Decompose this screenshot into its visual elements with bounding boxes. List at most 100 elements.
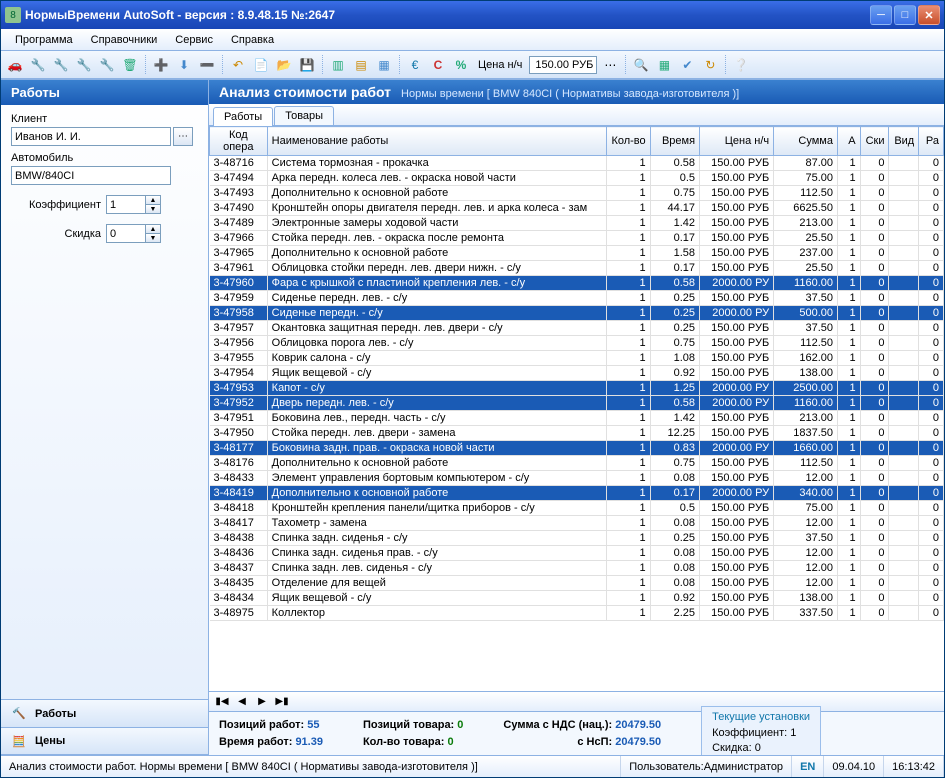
price-input[interactable] [529,56,597,74]
tool-new-icon[interactable]: 📄 [251,55,271,75]
tool-euro-icon[interactable]: € [405,55,425,75]
table-row[interactable]: 3-48176Дополнительно к основной работе10… [210,456,944,471]
nav-next-button[interactable]: ▶ [253,694,271,710]
pos-value: 55 [307,719,319,731]
nav-prices-label: Цены [35,735,65,747]
nav-last-button[interactable]: ▶▮ [273,694,291,710]
tool-c-icon[interactable]: С [428,55,448,75]
minimize-button[interactable]: ─ [870,5,892,25]
grid-header[interactable]: Цена н/ч [700,127,774,156]
table-row[interactable]: 3-47493Дополнительно к основной работе10… [210,186,944,201]
tool-save-icon[interactable]: 💾 [297,55,317,75]
table-row[interactable]: 3-48434Ящик вещевой - с/у10.92150.00 РУБ… [210,591,944,606]
table-row[interactable]: 3-47955Коврик салона - с/у11.08150.00 РУ… [210,351,944,366]
coef-up-button[interactable]: ▲ [145,196,160,205]
table-row[interactable]: 3-47954Ящик вещевой - с/у10.92150.00 РУБ… [210,366,944,381]
tool-search-icon[interactable]: 🔍 [631,55,651,75]
menu-directories[interactable]: Справочники [83,31,166,49]
table-row[interactable]: 3-47489Электронные замеры ходовой части1… [210,216,944,231]
grid-header[interactable]: Кол-во [607,127,650,156]
table-row[interactable]: 3-48435Отделение для вещей10.08150.00 РУ… [210,576,944,591]
tool-trash-icon[interactable]: 🗑 [120,55,140,75]
menu-program[interactable]: Программа [7,31,81,49]
auto-label: Автомобиль [11,152,198,164]
tool-wrench3-icon[interactable]: 🔧 [74,55,94,75]
coef-input[interactable] [107,196,145,213]
table-row[interactable]: 3-47966Стойка передн. лев. - окраска пос… [210,231,944,246]
table-row[interactable]: 3-48716Система тормозная - прокачка10.58… [210,156,944,171]
tool-help-icon[interactable]: ❔ [731,55,751,75]
tab-works[interactable]: Работы [213,107,273,126]
tool-undo-icon[interactable]: ↶ [228,55,248,75]
tool-wrench1-icon[interactable]: 🔧 [28,55,48,75]
sum-vat-value: 20479.50 [615,719,661,731]
record-navigator: ▮◀ ◀ ▶ ▶▮ [209,691,944,711]
grid-header[interactable]: Сумма [774,127,838,156]
tool-open-icon[interactable]: 📂 [274,55,294,75]
table-row[interactable]: 3-47958Сиденье передн. - с/у10.252000.00… [210,306,944,321]
table-row[interactable]: 3-48433Элемент управления бортовым компь… [210,471,944,486]
coef-spinner[interactable]: ▲▼ [106,195,161,214]
tool-check-icon[interactable]: ✔ [677,55,697,75]
auto-input[interactable] [11,166,171,185]
discount-input[interactable] [107,225,145,242]
maximize-button[interactable]: □ [894,5,916,25]
tool-more-icon[interactable]: ⋯ [600,55,620,75]
nav-prices[interactable]: 🧮 Цены [1,727,208,755]
discount-up-button[interactable]: ▲ [145,225,160,234]
tool-excel-icon[interactable]: ▦ [654,55,674,75]
nav-works[interactable]: 🔨 Работы [1,699,208,727]
table-row[interactable]: 3-47490Кронштейн опоры двигателя передн.… [210,201,944,216]
table-row[interactable]: 3-48436Спинка задн. сиденья прав. - с/у1… [210,546,944,561]
table-row[interactable]: 3-47960Фара с крышкой с пластиной крепле… [210,276,944,291]
table-row[interactable]: 3-47961Облицовка стойки передн. лев. две… [210,261,944,276]
grid-header[interactable]: Наименование работы [267,127,607,156]
tool-remove-icon[interactable]: ➖ [197,55,217,75]
tool-wrench4-icon[interactable]: 🔧 [97,55,117,75]
table-row[interactable]: 3-47957Окантовка защитная передн. лев. д… [210,321,944,336]
client-input[interactable] [11,127,171,146]
grid-header[interactable]: Код опера [210,127,268,156]
table-row[interactable]: 3-47950Стойка передн. лев. двери - замен… [210,426,944,441]
tool-book2-icon[interactable]: ▤ [351,55,371,75]
close-button[interactable]: ✕ [918,5,940,25]
tool-refresh-icon[interactable]: ↻ [700,55,720,75]
tool-wrench2-icon[interactable]: 🔧 [51,55,71,75]
table-row[interactable]: 3-48975Коллектор12.25150.00 РУБ337.50100 [210,606,944,621]
table-row[interactable]: 3-47494Арка передн. колеса лев. - окраск… [210,171,944,186]
table-row[interactable]: 3-48177Боковина задн. прав. - окраска но… [210,441,944,456]
tool-add-icon[interactable]: ➕ [151,55,171,75]
menu-help[interactable]: Справка [223,31,282,49]
tab-goods[interactable]: Товары [274,106,334,125]
table-row[interactable]: 3-48437Спинка задн. лев. сиденья - с/у10… [210,561,944,576]
grid-header[interactable]: Вид [889,127,919,156]
table-row[interactable]: 3-47951Боковина лев., передн. часть - с/… [210,411,944,426]
table-row[interactable]: 3-48418Кронштейн крепления панели/щитка … [210,501,944,516]
grid-header[interactable]: Ра [919,127,944,156]
grid-scroll[interactable]: Код операНаименование работыКол-воВремяЦ… [209,126,944,691]
table-row[interactable]: 3-48419Дополнительно к основной работе10… [210,486,944,501]
nav-prev-button[interactable]: ◀ [233,694,251,710]
tool-percent-icon[interactable]: % [451,55,471,75]
table-row[interactable]: 3-47956Облицовка порога лев. - с/у10.751… [210,336,944,351]
tool-book3-icon[interactable]: ▦ [374,55,394,75]
table-row[interactable]: 3-47953Капот - с/у11.252000.00 РУ2500.00… [210,381,944,396]
window-title: НормыВремени AutoSoft - версия : 8.9.48.… [25,8,870,22]
nav-first-button[interactable]: ▮◀ [213,694,231,710]
table-row[interactable]: 3-48438Спинка задн. сиденья - с/у10.2515… [210,531,944,546]
client-browse-button[interactable]: ⋯ [173,127,193,146]
table-row[interactable]: 3-47959Сиденье передн. лев. - с/у10.2515… [210,291,944,306]
grid-header[interactable]: Время [650,127,699,156]
discount-spinner[interactable]: ▲▼ [106,224,161,243]
discount-down-button[interactable]: ▼ [145,234,160,242]
grid-header[interactable]: Ски [860,127,889,156]
tool-book1-icon[interactable]: ▥ [328,55,348,75]
coef-down-button[interactable]: ▼ [145,205,160,213]
table-row[interactable]: 3-48417Тахометр - замена10.08150.00 РУБ1… [210,516,944,531]
tool-car-icon[interactable]: 🚗 [5,55,25,75]
table-row[interactable]: 3-47952Дверь передн. лев. - с/у10.582000… [210,396,944,411]
grid-header[interactable]: А [838,127,861,156]
menu-service[interactable]: Сервис [167,31,221,49]
table-row[interactable]: 3-47965Дополнительно к основной работе11… [210,246,944,261]
tool-down-icon[interactable]: ⬇ [174,55,194,75]
